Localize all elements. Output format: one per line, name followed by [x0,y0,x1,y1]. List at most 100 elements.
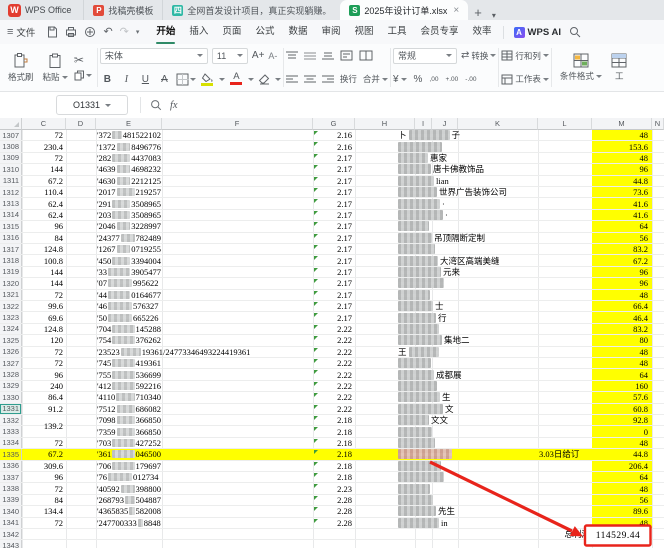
tab-formula[interactable]: 公式 [248,20,281,44]
cell-E1307[interactable]: '372481522102 [97,130,161,140]
row-header-1336[interactable]: 1336 [0,461,22,471]
cell-K1317[interactable] [398,244,538,254]
font-color-chevron-icon[interactable] [248,78,254,81]
rows-cols-button[interactable]: 行和列 [501,50,549,62]
formula-input[interactable] [178,92,664,118]
share-icon[interactable] [84,26,96,38]
cell-K1313[interactable]: · [398,198,538,208]
cell-C1320[interactable]: 144 [22,278,63,288]
cell-K1321[interactable] [398,290,538,300]
row-header-1315[interactable]: 1315 [0,221,22,231]
cell-E1324[interactable]: '704145288 [97,324,161,334]
sheet-row[interactable]: 1329240'4125922162.22160 [0,381,664,392]
column-header-G[interactable]: G [313,118,355,130]
cell-K1323[interactable]: 行 [398,312,538,322]
sheet-row[interactable]: 1332139.2'70983668502.18文文92.8 [0,415,664,426]
cell-G1319[interactable]: 2.17 [313,267,352,277]
cell-C1331[interactable]: 91.2 [22,404,63,414]
row-header-1318[interactable]: 1318 [0,255,22,265]
cell-C1310[interactable]: 144 [22,164,63,174]
cell-K1335[interactable] [398,449,538,459]
cell-M1334[interactable]: 48 [592,438,652,448]
bold-button[interactable]: B [100,74,115,85]
cell-C1312[interactable]: 110.4 [22,187,63,197]
cell-E1332[interactable]: '7098366850 [97,415,161,425]
cell-G1322[interactable]: 2.17 [313,301,352,311]
cell-G1337[interactable]: 2.18 [313,472,352,482]
sheet-row[interactable]: 133984'2687935048872.2856 [0,495,664,506]
cell-C1318[interactable]: 100.8 [22,255,63,265]
tab-docer-promo[interactable]: 四 全网首发设计项目，真正实现躺赚。 [162,0,340,20]
cell-M1329[interactable]: 160 [592,381,652,391]
cell-K1310[interactable]: 唐卡佛教饰品 [398,164,538,174]
tab-list-chevron-icon[interactable]: ▾ [488,11,500,20]
cell-C1308[interactable]: 230.4 [22,141,63,151]
sheet-row[interactable]: 132672'2352319361/247733464932244193612.… [0,347,664,358]
cell-E1323[interactable]: '50665226 [97,312,161,322]
cell-K1312[interactable]: 世界广告装饰公司 [398,187,538,197]
cell-K1318[interactable]: 大湾区高端美缝 [398,255,538,265]
tab-presentation-template[interactable]: P 找稿壳模板 [83,0,162,20]
sheet-row[interactable]: 1312110.4'20172192572.17世界广告装饰公司73.6 [0,187,664,198]
cell-C1340[interactable]: 134.4 [22,506,63,516]
row-header-1309[interactable]: 1309 [0,153,22,163]
sheet-row[interactable]: 1319144'3339054772.17元来96 [0,267,664,278]
cell-G1325[interactable]: 2.22 [313,335,352,345]
cell-M1322[interactable]: 66.4 [592,301,652,311]
cell-M1313[interactable]: 41.6 [592,198,652,208]
cell-L1335[interactable]: 3.03日给订 [539,449,591,459]
cell-M1331[interactable]: 60.8 [592,404,652,414]
cell-C1334[interactable]: 72 [22,438,63,448]
column-header-I[interactable]: I [415,118,432,130]
cell-C1324[interactable]: 124.8 [22,324,63,334]
sheet-row[interactable]: 133086.4'41107103402.22生57.6 [0,392,664,403]
sheet-row[interactable]: 130772'3724815221022.16卜子48 [0,130,664,141]
column-header-J[interactable]: J [432,118,458,130]
column-header-M[interactable]: M [592,118,652,130]
cell-M1315[interactable]: 64 [592,221,652,231]
tab-view[interactable]: 视图 [347,20,380,44]
cell-M1319[interactable]: 96 [592,267,652,277]
cell-E1325[interactable]: '754376262 [97,335,161,345]
strikethrough-button[interactable]: A [157,74,172,85]
sheet-grid[interactable]: CDEFGHIJKLMN130772'3724815221022.16卜子481… [0,118,664,548]
cell-G1326[interactable]: 2.22 [313,347,352,357]
cell-C1309[interactable]: 72 [22,153,63,163]
cell-E1329[interactable]: '412592216 [97,381,161,391]
cell-M1312[interactable]: 73.6 [592,187,652,197]
cell-E1337[interactable]: '76012734 [97,472,161,482]
cell-E1313[interactable]: '2913508965 [97,198,161,208]
borders-button[interactable] [176,73,196,86]
sheet-row[interactable]: 130972'28244370832.17惠家48 [0,153,664,164]
cell-C1327[interactable]: 72 [22,358,63,368]
cell-C1336[interactable]: 309.6 [22,461,63,471]
sheet-row[interactable]: 1320144'079956222.1796 [0,278,664,289]
cell-M1328[interactable]: 64 [592,369,652,379]
cell-K1329[interactable] [398,381,538,391]
sheet-row[interactable]: 131684'243777824892.17吊顶隔断定制56 [0,233,664,244]
cell-M1314[interactable]: 41.6 [592,210,652,220]
cell-G1310[interactable]: 2.17 [313,164,352,174]
row-header-1312[interactable]: 1312 [0,187,22,197]
cell-E1309[interactable]: '2824437083 [97,153,161,163]
row-header-1340[interactable]: 1340 [0,506,22,516]
new-tab-button[interactable]: + [468,5,488,20]
cell-E1316[interactable]: '24377782489 [97,233,161,243]
cell-C1315[interactable]: 96 [22,221,63,231]
cell-M1335[interactable]: 44.8 [592,449,652,459]
comma-format-button[interactable]: ,00 [429,76,438,83]
cell-G1333[interactable]: 2.18 [313,426,352,436]
redo-icon[interactable]: ↷ [120,27,129,38]
sheet-row[interactable]: 131167.2'463022121252.17lian44.8 [0,176,664,187]
name-box[interactable]: O1331 [56,95,128,115]
cell-C1316[interactable]: 84 [22,233,63,243]
eraser-chevron-icon[interactable] [275,78,281,81]
cell-E1312[interactable]: '2017219257 [97,187,161,197]
tab-insert[interactable]: 插入 [182,20,215,44]
cell-G1330[interactable]: 2.22 [313,392,352,402]
cell-K1315[interactable] [398,221,538,231]
cell-C1307[interactable]: 72 [22,130,63,140]
cell-G1307[interactable]: 2.16 [313,130,352,140]
cell-G1335[interactable]: 2.18 [313,449,352,459]
row-header-1323[interactable]: 1323 [0,312,22,322]
